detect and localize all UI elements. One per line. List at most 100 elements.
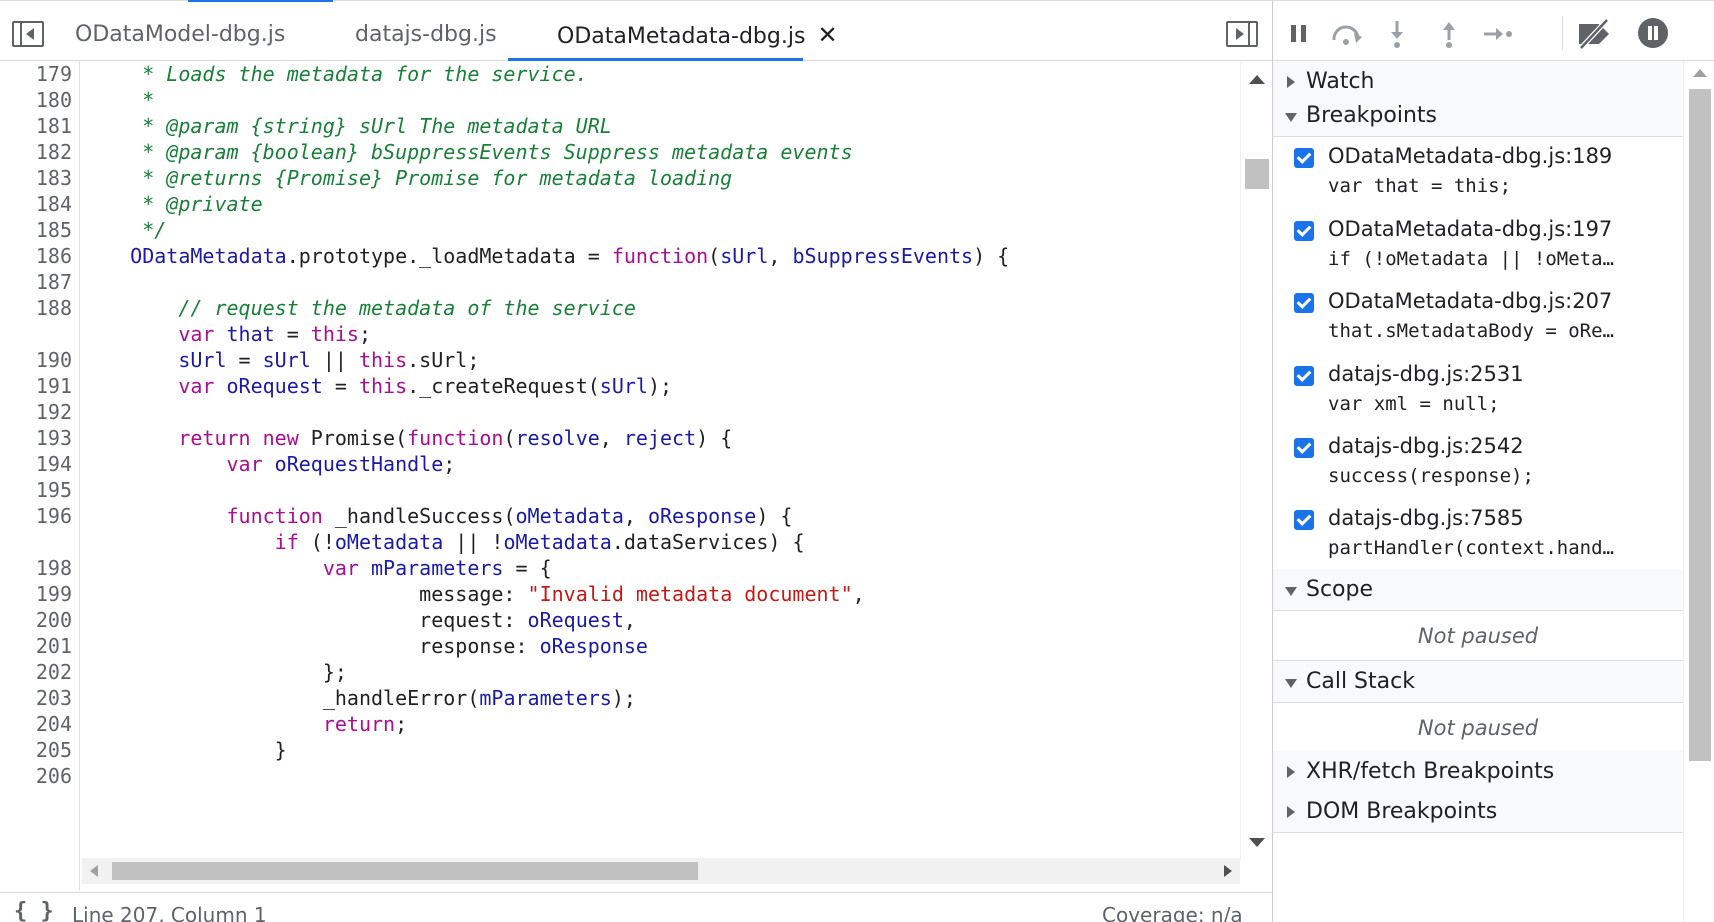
breakpoint-line-number[interactable]: 207 <box>0 789 84 815</box>
breakpoint-code: that.sMetadataBody = oRe… <box>1328 320 1614 342</box>
code-line[interactable]: message: "Invalid metadata document", <box>82 581 865 607</box>
line-number[interactable]: 180 <box>0 87 84 113</box>
line-number-text: 179 <box>35 62 72 86</box>
breakpoint-line-number[interactable]: 189 <box>0 321 84 347</box>
code-line[interactable]: } <box>82 737 287 763</box>
code-line[interactable]: _handleError(mParameters); <box>82 685 636 711</box>
line-number[interactable]: 201 <box>0 633 84 659</box>
pause-resume-icon[interactable] <box>1283 18 1315 50</box>
code-editor[interactable]: * Loads the metadata for the service. * … <box>82 61 1242 861</box>
code-line[interactable]: * @private <box>82 191 262 217</box>
line-number[interactable]: 187 <box>0 269 84 295</box>
code-line[interactable]: var that = this; <box>82 321 371 347</box>
line-number[interactable]: 192 <box>0 399 84 425</box>
scroll-up-arrow-icon[interactable] <box>1693 69 1707 77</box>
tab-odatamodel[interactable]: ODataModel-dbg.js <box>75 16 285 56</box>
scroll-right-arrow-icon[interactable] <box>1224 865 1232 877</box>
scroll-thumb[interactable] <box>1245 159 1269 189</box>
breakpoint-item[interactable]: ODataMetadata-dbg.js:207 that.sMetadataBo… <box>1273 283 1683 361</box>
breakpoint-item[interactable]: datajs-dbg.js:2542 success(response); <box>1273 428 1683 506</box>
step-out-icon[interactable] <box>1433 18 1465 50</box>
line-number[interactable]: 198 <box>0 555 84 581</box>
line-number[interactable]: 206 <box>0 763 84 789</box>
scroll-thumb[interactable] <box>112 862 698 880</box>
section-scope[interactable]: Scope <box>1273 569 1683 611</box>
code-line[interactable]: * @returns {Promise} Promise for metadat… <box>82 165 732 191</box>
breakpoint-checkbox[interactable] <box>1294 221 1314 241</box>
code-line[interactable]: var oRequest = this._createRequest(sUrl)… <box>82 373 672 399</box>
line-number[interactable]: 188 <box>0 295 84 321</box>
line-number[interactable]: 196 <box>0 503 84 529</box>
code-line[interactable]: * @param {boolean} bSuppressEvents Suppr… <box>82 139 852 165</box>
code-line[interactable]: var oRequestHandle; <box>82 451 456 477</box>
code-line[interactable]: var mParameters = { <box>82 555 552 581</box>
code-line[interactable]: sUrl = sUrl || this.sUrl; <box>82 347 479 373</box>
breakpoint-line-number[interactable]: 197 <box>0 529 84 555</box>
code-line[interactable]: function _handleSuccess(oMetadata, oResp… <box>82 503 793 529</box>
code-line[interactable]: // request the metadata of the service <box>82 295 636 321</box>
line-number[interactable]: 185 <box>0 217 84 243</box>
line-number-gutter[interactable]: 179 180 181 182 183 184 185 186 187 188 189 190 191 1… <box>0 61 84 891</box>
breakpoint-item[interactable]: datajs-dbg.js:7585 partHandler(context.ha… <box>1273 500 1683 578</box>
code-line[interactable]: if (!oMetadata || !oMetadata.dataService… <box>82 529 805 555</box>
code-line[interactable]: */ <box>82 217 166 243</box>
breakpoint-checkbox[interactable] <box>1294 438 1314 458</box>
line-number[interactable]: 184 <box>0 191 84 217</box>
section-call-stack[interactable]: Call Stack <box>1273 661 1683 703</box>
code-token: , <box>623 504 648 528</box>
step-over-icon[interactable] <box>1329 18 1362 50</box>
step-into-icon[interactable] <box>1381 18 1413 50</box>
section-breakpoints[interactable]: Breakpoints <box>1273 95 1683 137</box>
code-line[interactable]: * <box>82 87 154 113</box>
scroll-left-arrow-icon[interactable] <box>90 865 98 877</box>
section-xhr-breakpoints[interactable]: XHR/fetch Breakpoints <box>1273 751 1683 793</box>
scroll-down-arrow-icon[interactable] <box>1249 838 1265 847</box>
breakpoint-checkbox[interactable] <box>1294 148 1314 168</box>
breakpoint-item[interactable]: ODataMetadata-dbg.js:197 if (!oMetadata |… <box>1273 211 1683 289</box>
line-number[interactable]: 199 <box>0 581 84 607</box>
scroll-thumb[interactable] <box>1689 89 1711 761</box>
line-number[interactable]: 195 <box>0 477 84 503</box>
code-line[interactable]: request: oRequest, <box>82 607 636 633</box>
deactivate-breakpoints-icon[interactable] <box>1575 18 1609 50</box>
line-number[interactable]: 186 <box>0 243 84 269</box>
line-number[interactable]: 182 <box>0 139 84 165</box>
line-number[interactable]: 183 <box>0 165 84 191</box>
code-line[interactable]: * Loads the metadata for the service. <box>82 61 588 87</box>
close-tab-icon[interactable]: ✕ <box>817 16 837 54</box>
line-number[interactable]: 200 <box>0 607 84 633</box>
editor-horizontal-scrollbar[interactable] <box>82 858 1240 884</box>
tab-datajs[interactable]: datajs-dbg.js <box>355 16 497 56</box>
code-line[interactable]: * @param {string} sUrl The metadata URL <box>82 113 612 139</box>
code-line[interactable]: return new Promise(function(resolve, rej… <box>82 425 732 451</box>
code-line[interactable]: return; <box>82 711 407 737</box>
toggle-navigator-icon[interactable] <box>12 21 44 47</box>
code-line[interactable]: response: oResponse <box>82 633 648 659</box>
line-number[interactable]: 194 <box>0 451 84 477</box>
section-dom-breakpoints[interactable]: DOM Breakpoints <box>1273 791 1683 833</box>
code-line[interactable]: }; <box>82 659 347 685</box>
breakpoint-checkbox[interactable] <box>1294 366 1314 386</box>
line-number[interactable]: 191 <box>0 373 84 399</box>
breakpoint-item[interactable]: ODataMetadata-dbg.js:189 var that = this; <box>1273 138 1683 216</box>
editor-vertical-scrollbar[interactable] <box>1240 61 1272 861</box>
line-number[interactable]: 181 <box>0 113 84 139</box>
toggle-debugger-sidebar-icon[interactable] <box>1226 21 1258 47</box>
line-number[interactable]: 179 <box>0 61 84 87</box>
pretty-print-icon[interactable]: { } <box>14 899 54 922</box>
scroll-up-arrow-icon[interactable] <box>1249 75 1265 84</box>
line-number[interactable]: 204 <box>0 711 84 737</box>
line-number[interactable]: 205 <box>0 737 84 763</box>
sidebar-scrollbar[interactable] <box>1683 61 1714 922</box>
line-number[interactable]: 203 <box>0 685 84 711</box>
line-number[interactable]: 193 <box>0 425 84 451</box>
line-number[interactable]: 190 <box>0 347 84 373</box>
breakpoint-checkbox[interactable] <box>1294 293 1314 313</box>
step-icon[interactable] <box>1481 18 1513 50</box>
pause-on-exceptions-icon[interactable] <box>1638 18 1668 48</box>
breakpoint-item[interactable]: datajs-dbg.js:2531 var xml = null; <box>1273 356 1683 434</box>
line-number[interactable]: 202 <box>0 659 84 685</box>
code-line[interactable]: ODataMetadata.prototype._loadMetadata = … <box>82 243 1009 269</box>
tab-odatametadata[interactable]: ODataMetadata-dbg.js ✕ <box>557 16 838 56</box>
breakpoint-checkbox[interactable] <box>1294 510 1314 530</box>
